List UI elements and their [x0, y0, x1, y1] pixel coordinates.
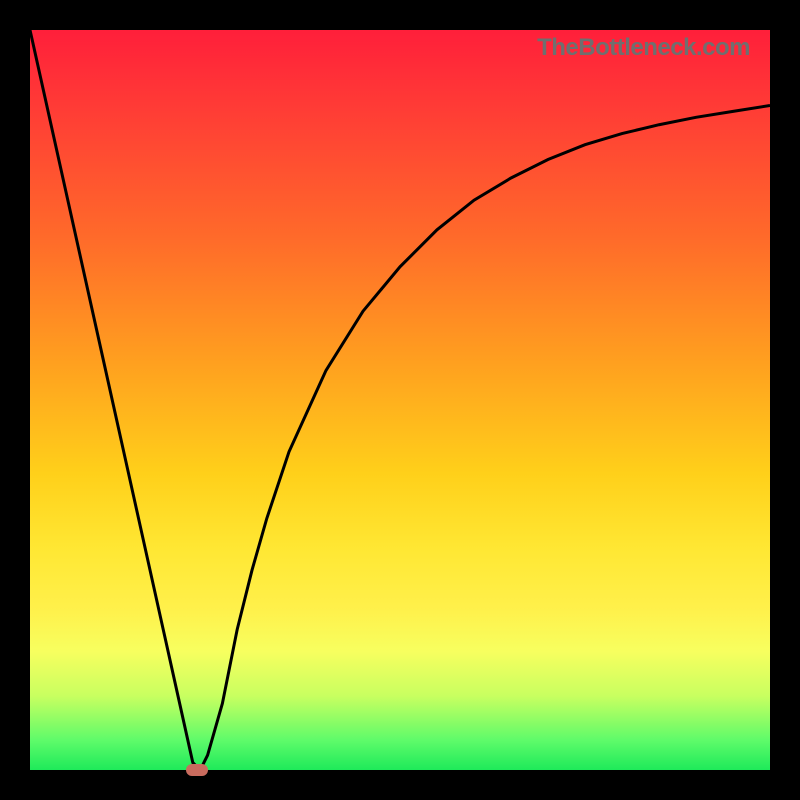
optimal-point-marker: [186, 764, 208, 776]
curve-path: [30, 30, 770, 770]
bottleneck-curve: [30, 30, 770, 770]
chart-frame: TheBottleneck.com: [0, 0, 800, 800]
plot-area: TheBottleneck.com: [30, 30, 770, 770]
